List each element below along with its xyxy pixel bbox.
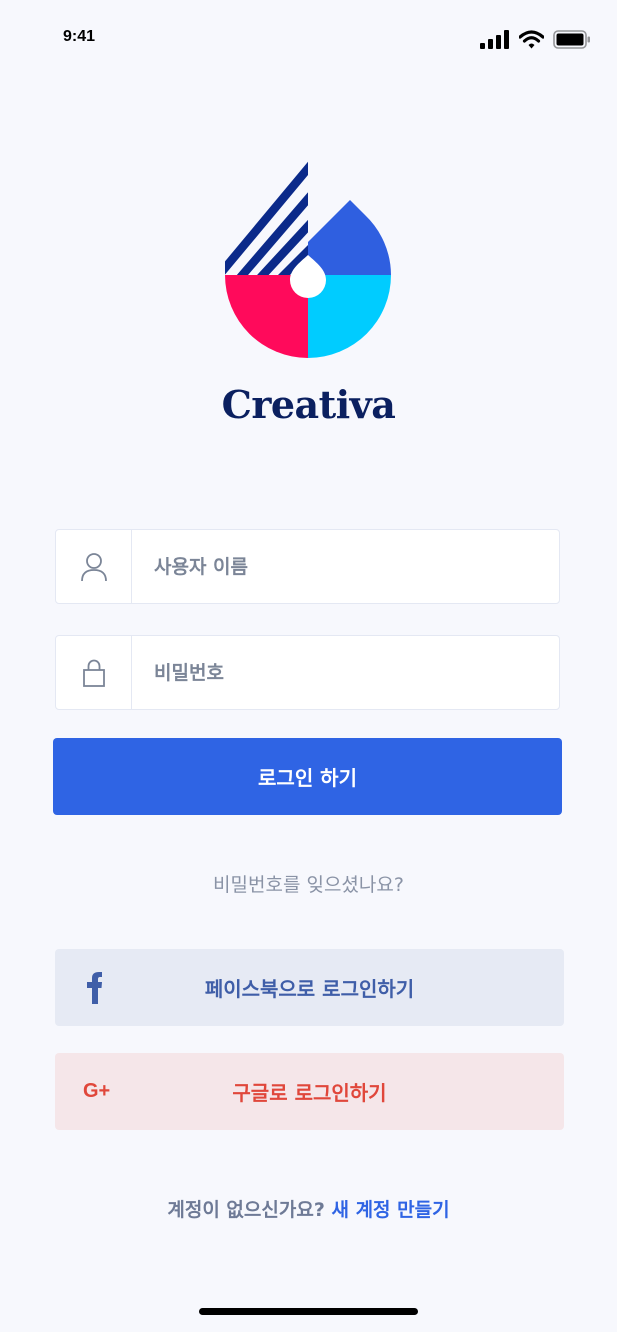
status-icons: [480, 30, 591, 49]
google-plus-icon: G+: [83, 1053, 110, 1130]
facebook-login-button[interactable]: 페이스북으로 로그인하기: [55, 949, 564, 1026]
battery-icon: [553, 30, 590, 49]
google-login-button[interactable]: G+ 구글로 로그인하기: [55, 1053, 564, 1130]
cellular-signal-icon: [480, 30, 509, 49]
brand-name: Creativa: [221, 382, 396, 427]
password-field: [55, 635, 560, 710]
facebook-login-label: 페이스북으로 로그인하기: [204, 977, 415, 1001]
lock-icon: [82, 659, 105, 687]
login-button[interactable]: 로그인 하기: [53, 738, 562, 815]
home-indicator[interactable]: [199, 1308, 418, 1315]
status-bar: 9:41: [0, 0, 617, 80]
user-icon: [80, 552, 107, 581]
google-login-label: 구글로 로그인하기: [232, 1081, 387, 1105]
wifi-icon: [519, 30, 544, 49]
username-icon-box: [56, 530, 132, 603]
logo-icon: [225, 161, 391, 358]
username-field: [55, 529, 560, 604]
password-input[interactable]: [132, 636, 559, 709]
facebook-icon: [83, 949, 107, 1026]
signup-row: 계정이 없으신가요? 새 계정 만들기: [0, 1195, 617, 1222]
create-account-link[interactable]: 새 계정 만들기: [331, 1199, 449, 1221]
username-input[interactable]: [132, 530, 559, 603]
signup-prompt: 계정이 없으신가요?: [167, 1199, 325, 1221]
forgot-password-link[interactable]: 비밀번호를 잊으셨나요?: [0, 870, 617, 897]
password-icon-box: [56, 636, 132, 709]
google-plus-icon-text: G+: [83, 1080, 111, 1102]
status-time: 9:41: [63, 28, 96, 45]
